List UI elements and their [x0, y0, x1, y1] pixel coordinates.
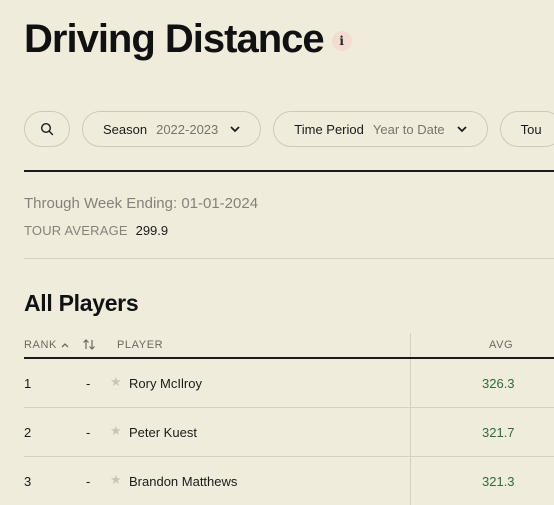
movement-column-header[interactable]	[82, 339, 96, 350]
rank-cell: 2	[24, 425, 32, 440]
tour-average-value: 299.9	[135, 223, 169, 238]
chevron-down-icon	[230, 125, 240, 133]
table-header: RANK PLAYER AVG	[24, 333, 554, 359]
stats-table: RANK PLAYER AVG 1 - ★ Rory McIlroy 326.3…	[24, 333, 554, 505]
star-icon[interactable]: ★	[110, 472, 122, 488]
star-icon[interactable]: ★	[110, 374, 122, 390]
sort-ascending-icon	[61, 342, 69, 348]
avg-cell: 321.3	[482, 474, 515, 489]
season-dropdown[interactable]: Season 2022-2023	[82, 111, 262, 147]
time-period-value: Year to Date	[372, 121, 445, 137]
sort-up-down-icon	[82, 339, 96, 350]
stats-page: Driving Distance i Season 2022-2023 Time…	[0, 0, 554, 505]
section-title: All Players	[24, 290, 139, 316]
table-row[interactable]: 3 - ★ Brandon Matthews 321.3	[24, 457, 554, 505]
table-row[interactable]: 2 - ★ Peter Kuest 321.7	[24, 408, 554, 457]
player-name[interactable]: Brandon Matthews	[129, 474, 237, 489]
avg-column-header[interactable]: AVG	[489, 339, 513, 351]
player-name[interactable]: Peter Kuest	[129, 425, 197, 440]
chevron-down-icon	[457, 125, 467, 133]
title-row: Driving Distance i	[24, 16, 352, 62]
tour-label: Tou	[520, 121, 542, 137]
filter-bar: Season 2022-2023 Time Period Year to Dat…	[24, 111, 554, 147]
movement-cell: -	[86, 376, 91, 391]
star-icon[interactable]: ★	[110, 423, 122, 439]
season-label: Season	[103, 121, 148, 137]
movement-cell: -	[86, 474, 91, 489]
table-row[interactable]: 1 - ★ Rory McIlroy 326.3	[24, 359, 554, 408]
week-ending-text: Through Week Ending: 01-01-2024	[24, 195, 259, 212]
tour-average: TOUR AVERAGE 299.9	[24, 223, 168, 238]
time-period-dropdown[interactable]: Time Period Year to Date	[273, 111, 488, 147]
search-icon	[40, 122, 54, 136]
tour-dropdown[interactable]: Tou	[499, 111, 554, 147]
tour-average-label: TOUR AVERAGE	[24, 223, 128, 238]
player-column-header[interactable]: PLAYER	[117, 339, 163, 351]
page-title: Driving Distance	[24, 17, 325, 61]
movement-cell: -	[86, 425, 91, 440]
rank-header-label: RANK	[24, 339, 57, 351]
avg-cell: 321.7	[482, 425, 515, 440]
divider	[24, 258, 554, 259]
time-period-label: Time Period	[294, 121, 364, 137]
avg-cell: 326.3	[482, 376, 515, 391]
rank-cell: 3	[24, 474, 32, 489]
info-icon[interactable]: i	[331, 31, 352, 51]
rank-cell: 1	[24, 376, 32, 391]
divider	[24, 170, 554, 172]
search-button[interactable]	[24, 111, 70, 147]
player-name[interactable]: Rory McIlroy	[129, 376, 202, 391]
rank-column-header[interactable]: RANK	[24, 339, 69, 351]
season-value: 2022-2023	[156, 121, 219, 137]
